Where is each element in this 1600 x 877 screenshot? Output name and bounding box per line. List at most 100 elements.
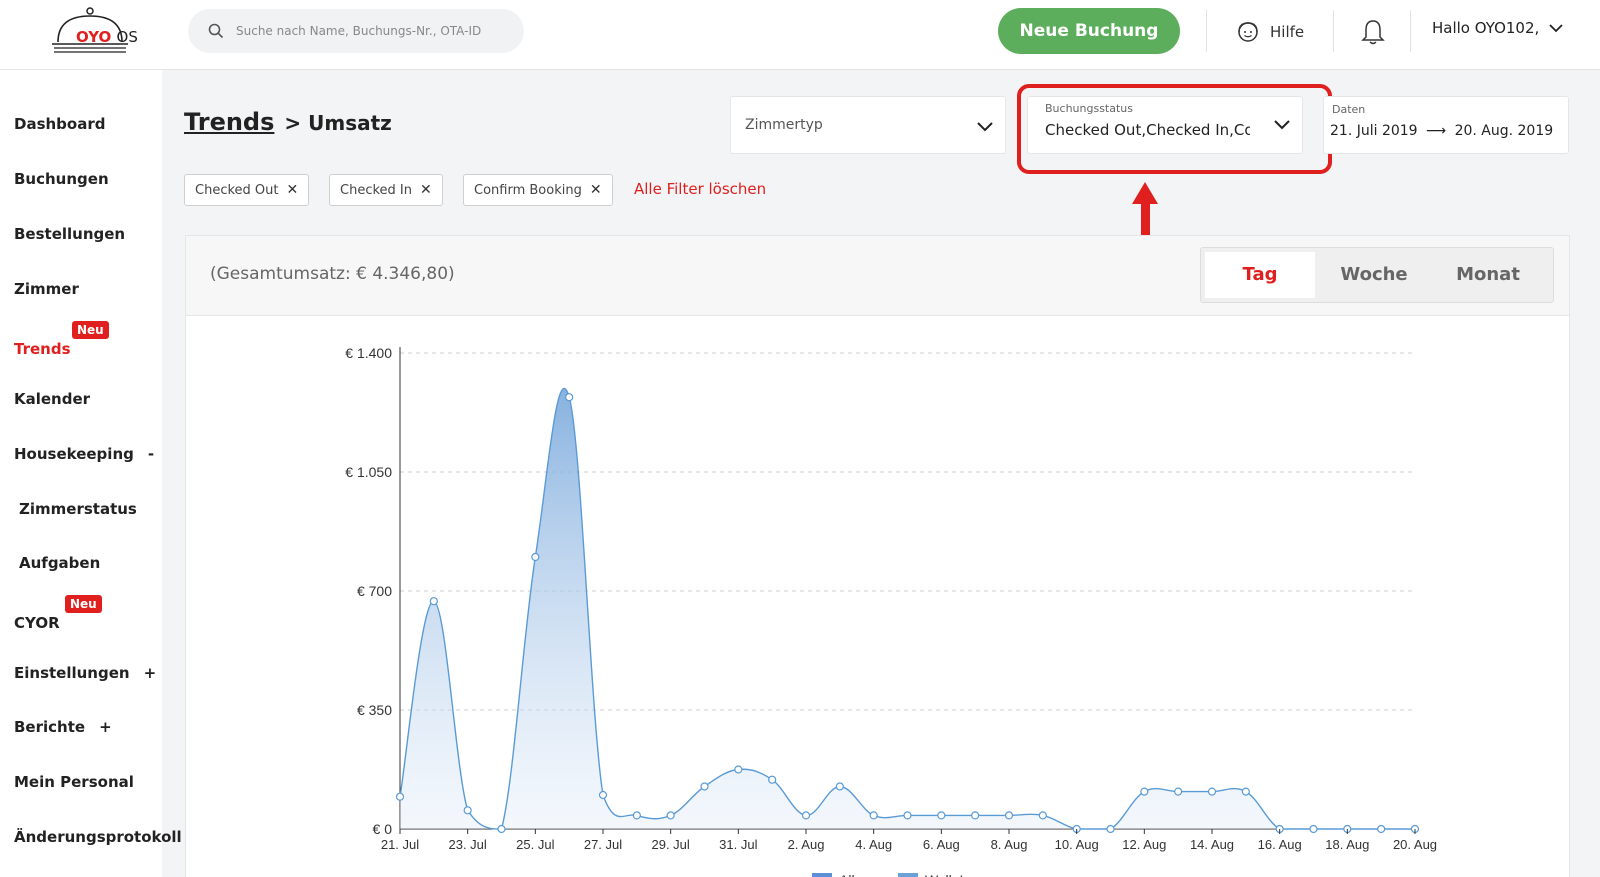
room-type-dropdown[interactable]: Zimmertyp	[730, 96, 1006, 154]
revenue-card: (Gesamtumsatz: € 4.346,80) Tag Woche Mon…	[185, 235, 1570, 877]
revenue-chart: € 0 € 350 € 700 € 1.050 € 1.400 21. Jul 23. Ju…	[345, 345, 1437, 877]
sidebar-item[interactable]: Housekeeping -	[14, 445, 154, 463]
sidebar-item[interactable]: Änderungsprotokoll	[14, 828, 182, 846]
sidebar-item-label: Trends	[14, 340, 71, 358]
data-point	[1377, 824, 1386, 834]
data-point	[632, 811, 641, 820]
data-point	[1106, 824, 1115, 834]
help-link[interactable]: Hilfe	[1236, 18, 1304, 46]
data-point	[1140, 787, 1149, 796]
sidebar-item-label: Mein Personal	[14, 773, 134, 791]
x-tick-label: 31. Jul	[719, 837, 757, 852]
sidebar-item[interactable]: Dashboard	[14, 115, 105, 133]
sidebar-item-label: Zimmer	[14, 280, 79, 298]
close-icon[interactable]: ✕	[286, 182, 298, 198]
data-point	[531, 552, 540, 562]
data-point	[497, 824, 506, 834]
data-point	[700, 782, 709, 791]
search-icon	[208, 23, 224, 39]
filter-chip-checked-in: Checked In ✕	[329, 174, 443, 206]
new-badge: Neu	[72, 321, 109, 339]
tab-month[interactable]: Monat	[1433, 252, 1543, 298]
sidebar-item[interactable]: Einstellungen +	[14, 664, 156, 682]
x-tick-label: 8. Aug	[991, 837, 1028, 852]
help-label: Hilfe	[1270, 23, 1305, 41]
breadcrumb-trends-link[interactable]: Trends	[184, 108, 274, 136]
data-point	[395, 792, 405, 801]
series-area-all	[400, 388, 1415, 829]
chevron-down-icon	[977, 122, 993, 132]
x-tick-label: 10. Aug	[1055, 837, 1099, 852]
expand-icon[interactable]: +	[144, 664, 157, 682]
user-greeting: Hallo OYO102,	[1432, 19, 1540, 37]
sidebar-item[interactable]: Zimmer	[14, 280, 79, 298]
sidebar-item-label: Einstellungen	[14, 664, 130, 682]
sidebar-item[interactable]: Trends	[14, 340, 71, 358]
sidebar-item[interactable]: Mein Personal	[14, 773, 134, 791]
card-header: (Gesamtumsatz: € 4.346,80) Tag Woche Mon…	[186, 236, 1569, 316]
data-point	[835, 782, 844, 791]
x-tick-label: 14. Aug	[1190, 837, 1234, 852]
arrow-right-icon: ⟶	[1426, 123, 1447, 139]
sidebar-item[interactable]: Berichte +	[14, 718, 112, 736]
data-point	[1309, 824, 1318, 834]
data-point	[1207, 787, 1217, 796]
sidebar-item-label: Änderungsprotokoll	[14, 828, 182, 846]
sidebar-item[interactable]: Bestellungen	[14, 225, 125, 243]
top-header: OYO OS Neue Buchung Hilfe Hallo OYO102,	[0, 0, 1600, 70]
x-tick-label: 2. Aug	[788, 837, 825, 852]
notification-bell-icon[interactable]	[1360, 18, 1386, 46]
y-tick-label: € 1.400	[345, 345, 392, 361]
x-tick-label: 12. Aug	[1122, 837, 1166, 852]
data-point	[801, 811, 811, 820]
search-input[interactable]	[236, 9, 516, 53]
breadcrumb-current: > Umsatz	[284, 111, 392, 135]
filter-chip-checked-out: Checked Out ✕	[184, 174, 310, 206]
data-point	[1174, 787, 1183, 796]
x-tick-label: 21. Jul	[381, 837, 419, 852]
filter-chip-label: Checked Out	[195, 182, 279, 198]
x-tick-label: 4. Aug	[855, 837, 892, 852]
header-divider	[1333, 10, 1334, 52]
logo-brand: OYO	[76, 28, 112, 46]
data-point	[463, 806, 472, 815]
date-from: 21. Juli 2019	[1330, 123, 1418, 139]
collapse-icon[interactable]: -	[148, 445, 154, 463]
date-range-label: Daten	[1332, 103, 1366, 116]
close-icon[interactable]: ✕	[590, 182, 602, 198]
search-box[interactable]	[188, 9, 524, 53]
legend-swatch	[812, 873, 832, 877]
y-tick-label: € 1.050	[345, 464, 392, 480]
new-booking-button[interactable]: Neue Buchung	[998, 8, 1180, 54]
sidebar-item-label: Dashboard	[14, 115, 106, 133]
data-point	[937, 811, 946, 820]
y-tick-label: € 0	[373, 821, 393, 837]
data-point	[971, 811, 980, 820]
y-tick-label: € 700	[357, 583, 392, 599]
expand-icon[interactable]: +	[99, 718, 112, 736]
close-icon[interactable]: ✕	[420, 182, 432, 198]
clear-all-filters-link[interactable]: Alle Filter löschen	[634, 180, 766, 198]
support-icon	[1238, 22, 1258, 42]
data-point	[1038, 811, 1047, 820]
x-tick-label: 18. Aug	[1325, 837, 1369, 852]
sidebar-item[interactable]: Aufgaben	[19, 554, 100, 572]
new-badge: Neu	[65, 595, 102, 613]
user-menu[interactable]: Hallo OYO102,	[1432, 19, 1563, 37]
date-range-picker[interactable]: Daten 21. Juli 2019 ⟶ 20. Aug. 2019	[1323, 96, 1569, 154]
x-tick-label: 20. Aug	[1393, 837, 1437, 852]
date-to: 20. Aug. 2019	[1454, 123, 1554, 139]
sidebar-item-label: CYOR	[14, 614, 60, 632]
sidebar-item[interactable]: CYOR	[14, 614, 60, 632]
sidebar-item[interactable]: Zimmerstatus	[19, 500, 137, 518]
tab-day[interactable]: Tag	[1205, 252, 1315, 298]
sidebar-item[interactable]: Kalender	[14, 390, 90, 408]
page-title: Trends > Umsatz	[184, 108, 392, 136]
sidebar-item[interactable]: Buchungen	[14, 170, 109, 188]
y-tick-label: € 350	[357, 702, 392, 718]
sidebar-item-label: Aufgaben	[19, 554, 101, 572]
tab-week[interactable]: Woche	[1319, 252, 1429, 298]
sidebar: Dashboard Buchungen Bestellungen Zimmer Tren…	[0, 70, 182, 877]
oyo-logo[interactable]: OYO OS	[48, 6, 143, 58]
filter-chip-confirm-booking: Confirm Booking ✕	[463, 174, 613, 206]
